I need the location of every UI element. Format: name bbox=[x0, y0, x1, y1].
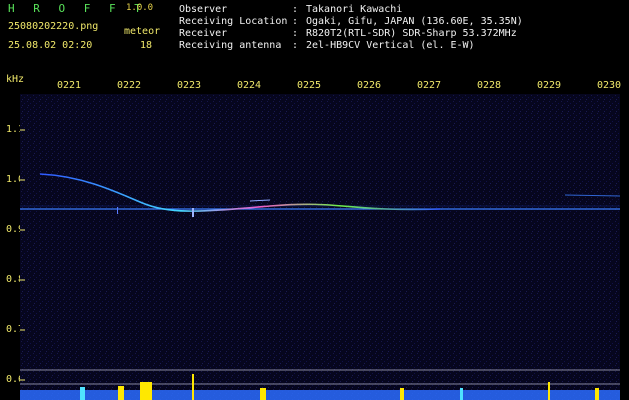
time-tick-label: 0223 bbox=[177, 80, 202, 91]
filename-label: 25080202220.png bbox=[8, 21, 99, 32]
time-tick-label: 0222 bbox=[117, 80, 142, 91]
unit-label: kHz bbox=[6, 74, 25, 85]
receiver-value: R820T2(RTL-SDR) SDR-Sharp 53.372MHz bbox=[306, 28, 517, 39]
meteor-count: 18 bbox=[140, 40, 153, 51]
spectrogram-background bbox=[20, 94, 620, 400]
antenna-label: Receiving antenna bbox=[179, 40, 282, 51]
spectrogram-plot bbox=[20, 94, 620, 400]
observer-value: Takanori Kawachi bbox=[306, 4, 403, 15]
observer-label: Observer bbox=[179, 4, 228, 15]
histogram-band bbox=[20, 390, 620, 400]
observer-colon: : bbox=[292, 4, 299, 15]
receiver-colon: : bbox=[292, 28, 299, 39]
app-version: 1.0.0 bbox=[126, 3, 154, 13]
time-tick-label: 0228 bbox=[477, 80, 502, 91]
timestamp-label: 25.08.02 02:20 bbox=[8, 40, 93, 51]
time-tick-label: 0230 bbox=[597, 80, 622, 91]
location-value: Ogaki, Gifu, JAPAN (136.60E, 35.35N) bbox=[306, 16, 523, 27]
time-tick-label: 0227 bbox=[417, 80, 442, 91]
antenna-value: 2el-HB9CV Vertical (el. E-W) bbox=[306, 40, 475, 51]
echo-spike bbox=[117, 207, 118, 214]
time-tick-label: 0221 bbox=[57, 80, 82, 91]
location-label: Receiving Location bbox=[179, 16, 288, 27]
receiver-label: Receiver bbox=[179, 28, 228, 39]
time-tick-label: 0229 bbox=[537, 80, 562, 91]
meteor-label: meteor bbox=[124, 26, 161, 37]
antenna-colon: : bbox=[292, 40, 299, 51]
echo-spike bbox=[192, 208, 194, 217]
time-tick-label: 0226 bbox=[357, 80, 382, 91]
time-tick-label: 0224 bbox=[237, 80, 262, 91]
time-tick-label: 0225 bbox=[297, 80, 322, 91]
location-colon: : bbox=[292, 16, 299, 27]
